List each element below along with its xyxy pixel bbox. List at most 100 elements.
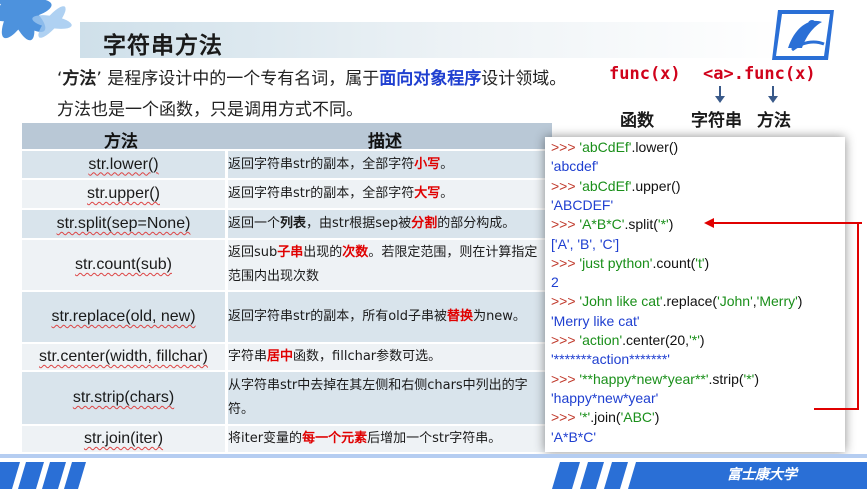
- label-function: 函数: [620, 111, 654, 131]
- method-call-syntax: <a>.func(x): [703, 64, 816, 84]
- code-input-line: >>> '*'.join('ABC'): [551, 409, 659, 425]
- method-name: str.lower(): [88, 155, 159, 173]
- description-text: 函数，fillchar参数可选。: [293, 349, 442, 364]
- method-cell: str.strip(chars): [22, 372, 225, 424]
- code-output-line: 'Merry like cat': [551, 313, 640, 329]
- highlighted-term: 大写: [414, 186, 441, 201]
- table-row: str.split(sep=None) 返回一个列表，由str根据sep被分割的部…: [22, 210, 552, 238]
- code-input-line: >>> 'A*B*C'.split('*'): [551, 216, 673, 232]
- code-token: .join(: [590, 409, 621, 426]
- description-cell: 将iter变量的每一个元素后增加一个str字符串。: [228, 426, 550, 452]
- term-method: 方法: [62, 69, 97, 89]
- code-token: .lower(): [631, 139, 679, 155]
- description-cell: 返回字符串str的副本，全部字符小写。: [228, 151, 550, 178]
- prompt-symbol: >>>: [551, 254, 580, 271]
- prompt-symbol: >>>: [551, 332, 580, 348]
- highlighted-term: 分割: [411, 216, 438, 231]
- connector-bracket-icon: [704, 218, 862, 410]
- code-token: '**happy*new*year**': [579, 370, 709, 387]
- method-cell: str.lower(): [22, 151, 225, 178]
- label-string: 字符串: [691, 111, 742, 131]
- code-token: '*': [579, 409, 591, 426]
- header-method: 方法: [104, 132, 138, 152]
- description-cell: 返回字符串str的副本，全部字符大写。: [228, 180, 550, 208]
- code-output-line: ['A', 'B', 'C']: [551, 236, 619, 252]
- arrow-down-icon: [715, 86, 725, 103]
- func-call-syntax: func(x): [609, 64, 681, 84]
- highlighted-term: 子串: [277, 245, 304, 260]
- code-token: '*': [689, 332, 700, 348]
- description-text: 返回一个: [228, 216, 281, 231]
- highlighted-term: 居中: [267, 349, 294, 364]
- slide: 字符串方法 ‘方法’ 是程序设计中的一个专有名词，属于面向对象程序设计领域。 方…: [0, 0, 867, 489]
- intro-line-1: ‘方法’ 是程序设计中的一个专有名词，属于面向对象程序设计领域。: [57, 69, 567, 89]
- method-name: str.upper(): [87, 185, 160, 202]
- code-token: 'happy*new*year': [551, 389, 659, 406]
- prompt-symbol: >>>: [551, 370, 580, 387]
- method-name: str.count(sub): [75, 256, 172, 273]
- description-cell: 返回sub子串出现的次数。若限定范围，则在计算指定范围内出现次数: [228, 240, 550, 290]
- code-token: ['A', 'B', 'C']: [551, 235, 620, 252]
- method-cell: str.center(width, fillchar): [22, 344, 225, 370]
- method-cell: str.replace(old, new): [22, 292, 225, 342]
- description-cell: 返回字符串str的副本，所有old子串被替换为new。: [228, 292, 550, 342]
- description-text: 。: [440, 156, 454, 172]
- code-output-line: 2: [551, 274, 559, 290]
- description-text: 的部分构成。: [437, 216, 516, 231]
- description-cell: 返回一个列表，由str根据sep被分割的部分构成。: [228, 210, 550, 238]
- method-cell: str.split(sep=None): [22, 210, 225, 238]
- code-output-line: 'abcdef': [551, 158, 598, 174]
- code-token: '*': [657, 216, 669, 233]
- highlighted-term: 每一个元素: [302, 431, 368, 446]
- code-token: 'ABC': [620, 409, 655, 426]
- code-input-line: >>> 'just python'.count('t'): [551, 255, 709, 271]
- footer-university-name: 富士康大学: [727, 467, 797, 483]
- prompt-symbol: >>>: [551, 409, 580, 426]
- method-name: str.split(sep=None): [56, 215, 191, 232]
- highlighted-term: 次数: [342, 245, 369, 260]
- code-output-line: '*******action*******': [551, 351, 670, 367]
- description-cell: 从字符串str中去掉在其左侧和右侧chars中列出的字符。: [228, 372, 550, 424]
- code-input-line: >>> 'abCdEf'.upper(): [551, 178, 681, 194]
- method-name: str.join(iter): [83, 430, 164, 447]
- description-text: 返回sub: [228, 245, 278, 260]
- prompt-symbol: >>>: [551, 216, 580, 233]
- table-row: str.count(sub) 返回sub子串出现的次数。若限定范围，则在计算指定范…: [22, 240, 552, 290]
- label-method: 方法: [757, 111, 791, 131]
- method-cell: str.upper(): [22, 180, 225, 208]
- table-header: 方法 描述: [22, 123, 552, 152]
- code-token: .count(: [652, 254, 696, 271]
- prompt-symbol: >>>: [551, 177, 580, 194]
- method-name: str.replace(old, new): [51, 308, 196, 325]
- description-text: 从字符串str中去掉在其左侧和右侧chars中列出的字符。: [228, 378, 528, 417]
- code-token: 'ABCDEF': [551, 196, 614, 213]
- table-row: str.center(width, fillchar) 字符串居中函数，fillc…: [22, 344, 552, 370]
- code-input-line: >>> 'action'.center(20,'*'): [551, 332, 705, 348]
- table-row: str.strip(chars) 从字符串str中去掉在其左侧和右侧chars中列…: [22, 372, 552, 424]
- description-cell: 字符串居中函数，fillchar参数可选。: [228, 344, 550, 370]
- description-text: ，由str根据sep被: [306, 216, 412, 231]
- code-token: 'A*B*C': [579, 216, 625, 233]
- method-name: str.center(width, fillchar): [39, 348, 208, 365]
- method-name: str.strip(chars): [72, 389, 175, 406]
- code-output-line: 'ABCDEF': [551, 197, 613, 213]
- arrow-down-icon: [768, 86, 778, 103]
- header-description: 描述: [368, 132, 402, 152]
- table-row: str.replace(old, new) 返回字符串str的副本，所有old子串…: [22, 292, 552, 342]
- description-text: 列表: [280, 216, 307, 231]
- code-token: 'abcdef': [551, 158, 599, 175]
- description-text: 。: [440, 186, 454, 201]
- description-text: 返回字符串str的副本，所有old子串被: [228, 309, 448, 324]
- description-text: 返回字符串str的副本，全部字符: [228, 156, 415, 172]
- highlighted-term: 小写: [414, 156, 441, 172]
- university-logo-icon: [772, 10, 834, 60]
- code-token: 'abCdEf': [579, 139, 632, 155]
- code-token: 'John like cat': [579, 293, 663, 310]
- code-token: 'action': [579, 332, 623, 348]
- description-text: 返回字符串str的副本，全部字符: [228, 186, 415, 201]
- code-token: 'A*B*C': [551, 428, 597, 445]
- code-token: ): [668, 216, 674, 233]
- code-input-line: >>> 'abCdEf'.lower(): [551, 139, 678, 155]
- prompt-symbol: >>>: [551, 139, 580, 155]
- page-title: 字符串方法: [103, 33, 223, 59]
